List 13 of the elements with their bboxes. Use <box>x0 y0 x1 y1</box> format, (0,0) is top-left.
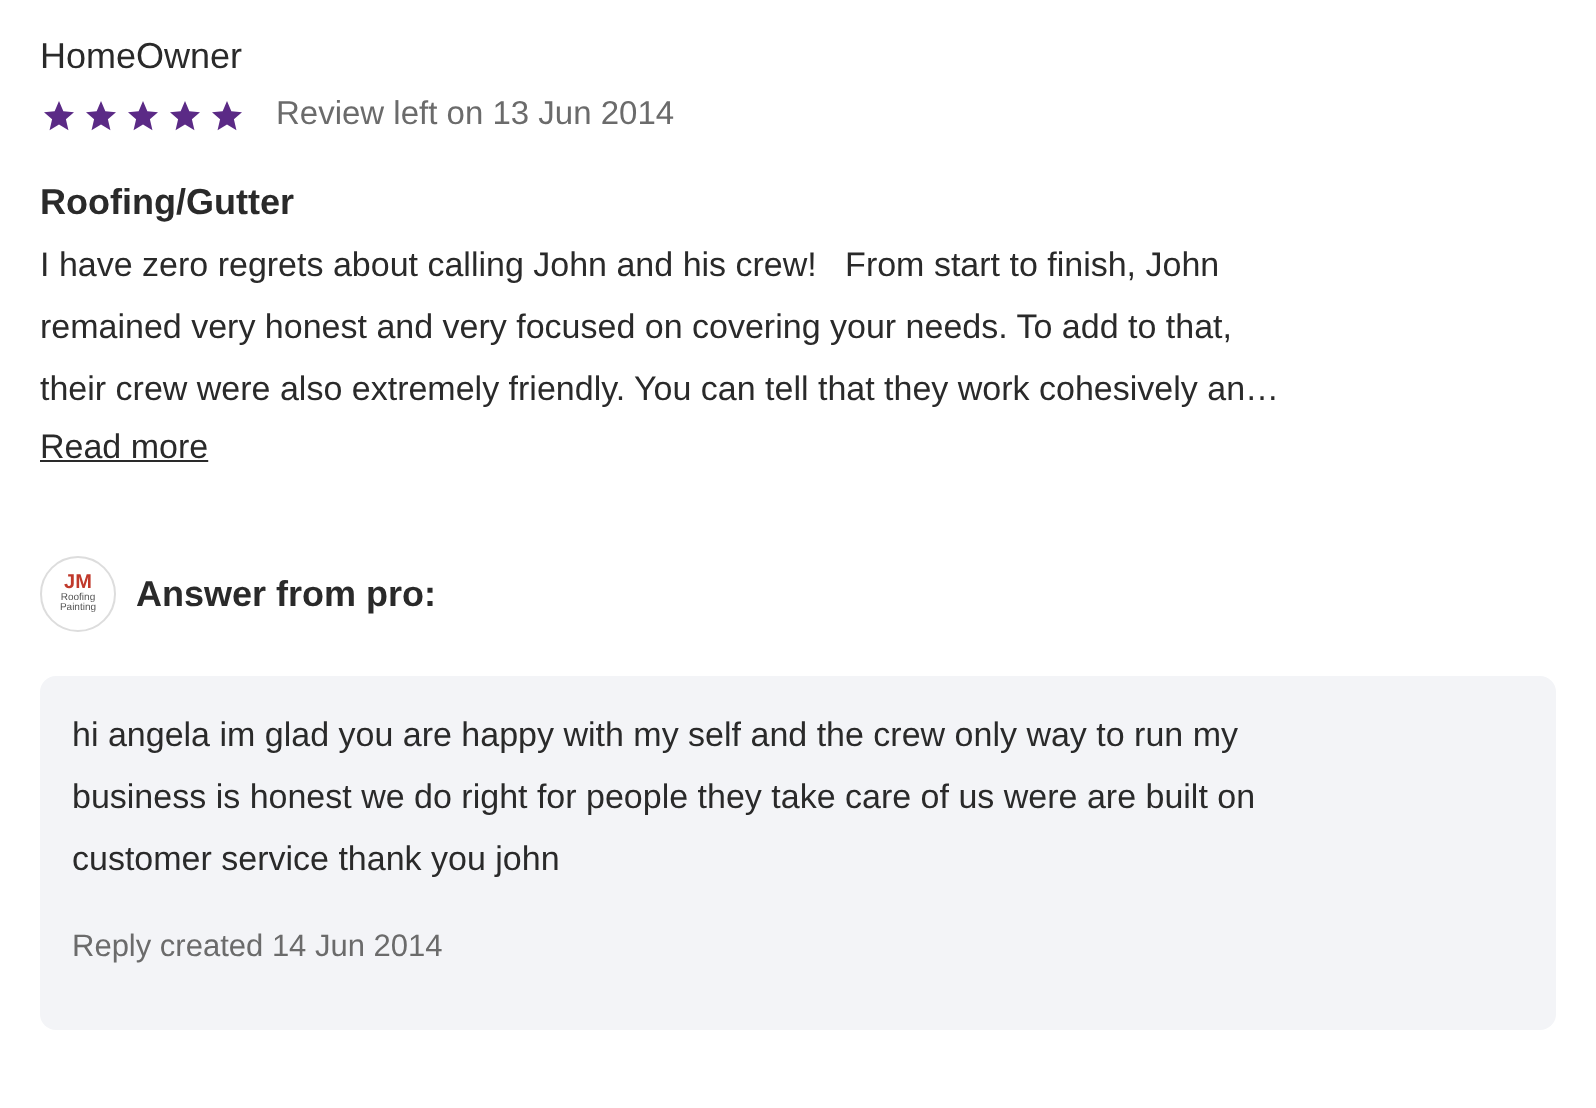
review-date: Review left on 13 Jun 2014 <box>276 96 675 134</box>
star-icon <box>40 97 78 133</box>
reply-text: hi angela im glad you are happy with my self and the crew only way to run my business is honest we do right for people they take care of us were are built on customer service thank you john <box>72 714 1258 882</box>
reviewer-name: HomeOwner <box>40 34 245 80</box>
read-more-link[interactable]: Read more <box>40 428 209 466</box>
star-icon <box>208 97 246 133</box>
star-icon <box>166 97 204 133</box>
star-icon <box>82 97 120 133</box>
review-category: Roofing/Gutter <box>40 180 296 226</box>
answer-heading: Answer from pro: <box>136 573 437 615</box>
review-text: I have zero regrets about calling John and his crew! From start to finish, John remained very honest and very focused on covering your needs. To add to that, their crew were also extremely friendly. You can tell that they work cohesively an… <box>40 244 1282 412</box>
reply-date: Reply created 14 Jun 2014 <box>72 930 445 966</box>
star-icon <box>124 97 162 133</box>
